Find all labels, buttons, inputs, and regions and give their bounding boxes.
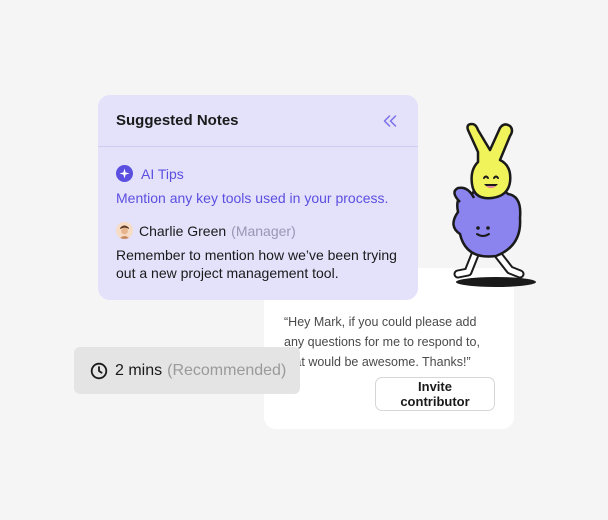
ai-tips-row: AI Tips [116,165,184,182]
mascot-illustration [452,122,536,287]
person-row: Charlie Green (Manager) [116,222,296,239]
person-role: (Manager) [231,222,296,239]
note-text: Remember to mention how we’ve been tryin… [116,247,397,281]
time-value: 2 mins [115,361,163,379]
notes-title: Suggested Notes [116,112,239,129]
person-name: Charlie Green [139,222,227,239]
notes-header: Suggested Notes [98,95,418,147]
ai-tips-label: AI Tips [141,165,184,182]
avatar [116,222,133,239]
collapse-chevrons-icon[interactable] [380,111,400,131]
time-recommendation: (Recommended) [167,361,287,379]
invite-quote: “Hey Mark, if you could please add any q… [284,315,480,369]
clock-icon [90,362,108,380]
suggested-notes-card: Suggested Notes AI Tips Mention any key … [98,95,418,300]
invite-contributor-button[interactable]: Invite contributor [375,377,495,411]
time-estimate-pill: 2 mins (Recommended) [74,347,300,394]
ai-tip-text: Mention any key tools used in your proce… [116,190,389,206]
sparkle-icon [116,165,133,182]
